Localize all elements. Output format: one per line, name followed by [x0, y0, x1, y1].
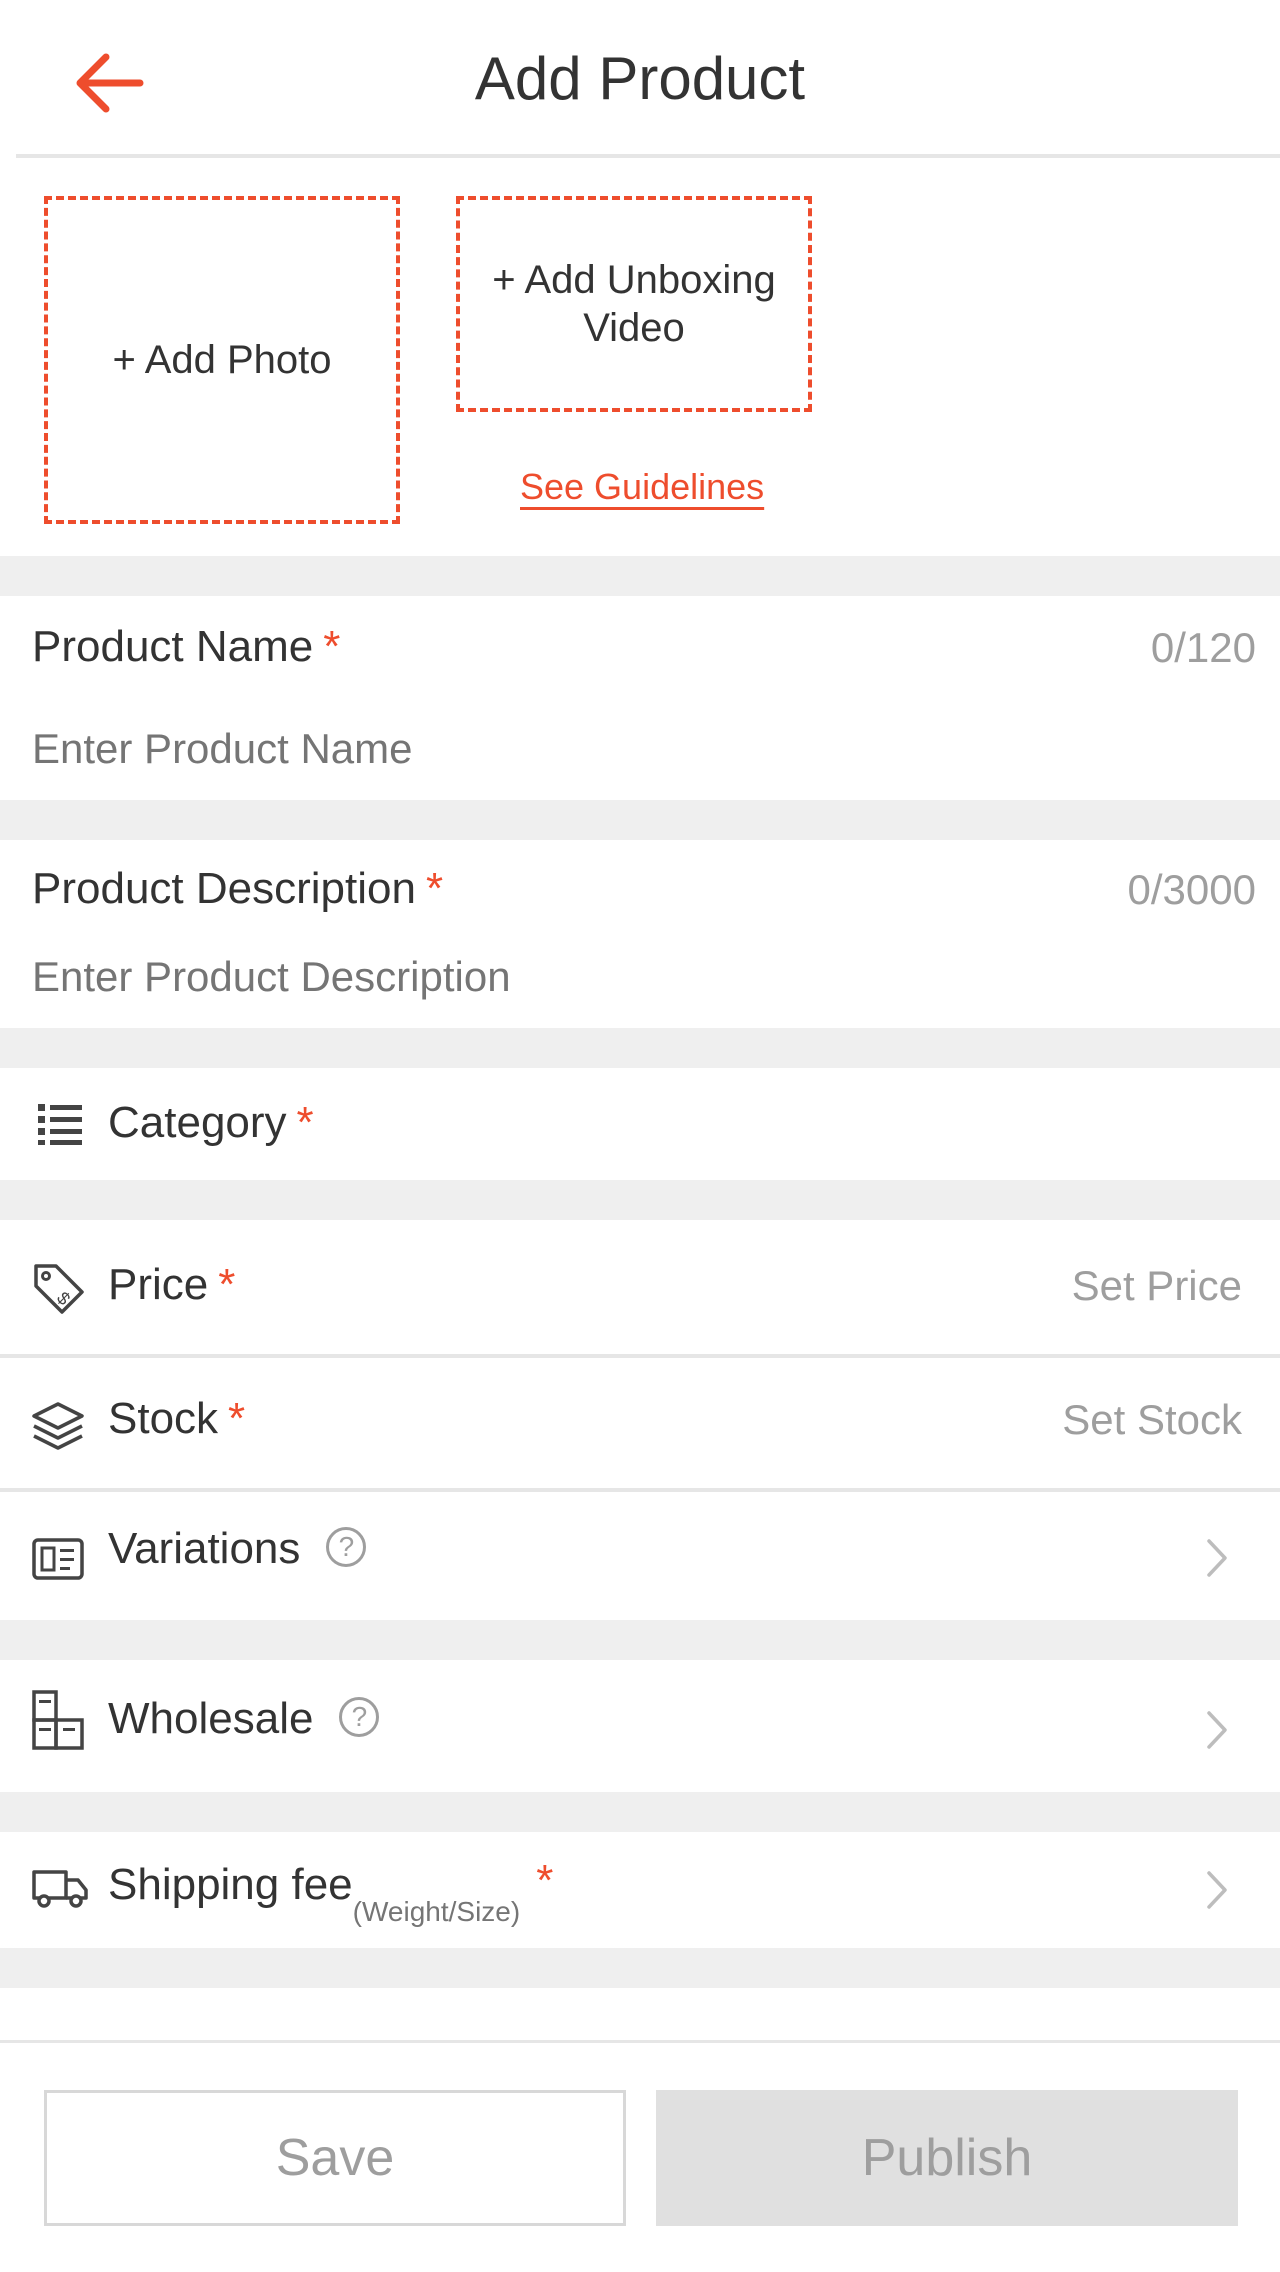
media-section: + Add Photo + Add Unboxing Video See Gui… — [0, 158, 1280, 556]
wholesale-label: Wholesale? — [108, 1694, 380, 1744]
required-mark: * — [218, 1260, 236, 1309]
variations-row[interactable]: Variations? — [0, 1492, 1280, 1620]
bottom-action-bar: Save Publish — [0, 2040, 1280, 2272]
page-title: Add Product — [474, 45, 806, 112]
add-video-label: + Add Unboxing Video — [492, 258, 776, 350]
shipping-fee-sublabel: (Weight/Size) — [352, 1896, 521, 1927]
product-name-label: Product Name * — [32, 622, 341, 671]
product-description-label: Product Description * — [32, 864, 444, 913]
shipping-fee-row[interactable]: Shipping fee(Weight/Size)* — [0, 1832, 1280, 1948]
product-name-field: Product Name * 0/120 — [0, 596, 1280, 800]
stock-label: Stock * — [108, 1394, 246, 1443]
section-gap — [0, 1180, 1280, 1220]
set-stock-value: Set Stock — [1062, 1396, 1242, 1443]
app-header: Add Product — [0, 0, 1280, 158]
product-name-input[interactable] — [32, 722, 1256, 776]
section-gap — [0, 1620, 1280, 1660]
add-unboxing-video-button[interactable]: + Add Unboxing Video — [456, 196, 812, 412]
required-mark: * — [323, 622, 341, 671]
section-gap — [0, 800, 1280, 840]
save-button[interactable]: Save — [44, 2090, 626, 2226]
category-label: Category * — [108, 1098, 314, 1147]
variations-label: Variations? — [108, 1524, 367, 1574]
chevron-right-icon — [1207, 1539, 1227, 1577]
set-price-value: Set Price — [1071, 1262, 1242, 1309]
product-description-input[interactable] — [32, 950, 1256, 1004]
section-gap — [0, 1792, 1280, 1832]
section-gap — [0, 1028, 1280, 1068]
section-gap — [0, 556, 1280, 596]
product-description-counter: 0/3000 — [1127, 866, 1256, 913]
product-description-field: Product Description * 0/3000 — [0, 840, 1280, 1028]
price-tag-icon: $ — [34, 1264, 84, 1314]
help-icon[interactable]: ? — [339, 1697, 380, 1738]
layers-icon — [32, 1402, 84, 1450]
price-label: Price * — [108, 1260, 236, 1309]
add-photo-button[interactable]: + Add Photo — [44, 196, 400, 524]
required-mark: * — [296, 1098, 314, 1147]
publish-button[interactable]: Publish — [656, 2090, 1238, 2226]
price-row[interactable]: $ Price * Set Price — [0, 1220, 1280, 1354]
section-gap — [0, 1948, 1280, 1988]
wholesale-boxes-icon — [32, 1690, 84, 1750]
chevron-right-icon — [1207, 1871, 1227, 1909]
add-photo-label: + Add Photo — [112, 338, 332, 382]
required-mark: * — [228, 1394, 246, 1443]
required-mark: * — [536, 1856, 554, 1905]
chevron-right-icon — [1207, 1711, 1227, 1749]
variations-card-icon — [32, 1538, 84, 1580]
wholesale-row[interactable]: Wholesale? — [0, 1660, 1280, 1792]
see-guidelines-link[interactable]: See Guidelines — [520, 466, 764, 508]
category-row[interactable]: Category * — [0, 1068, 1280, 1180]
footer-divider — [0, 2040, 1280, 2043]
required-mark: * — [425, 864, 444, 913]
list-icon — [38, 1104, 82, 1145]
product-name-counter: 0/120 — [1150, 624, 1256, 671]
truck-icon — [32, 1870, 88, 1908]
stock-row[interactable]: Stock * Set Stock — [0, 1358, 1280, 1488]
help-icon[interactable]: ? — [326, 1527, 367, 1568]
shipping-fee-label: Shipping fee(Weight/Size)* — [108, 1856, 554, 1927]
